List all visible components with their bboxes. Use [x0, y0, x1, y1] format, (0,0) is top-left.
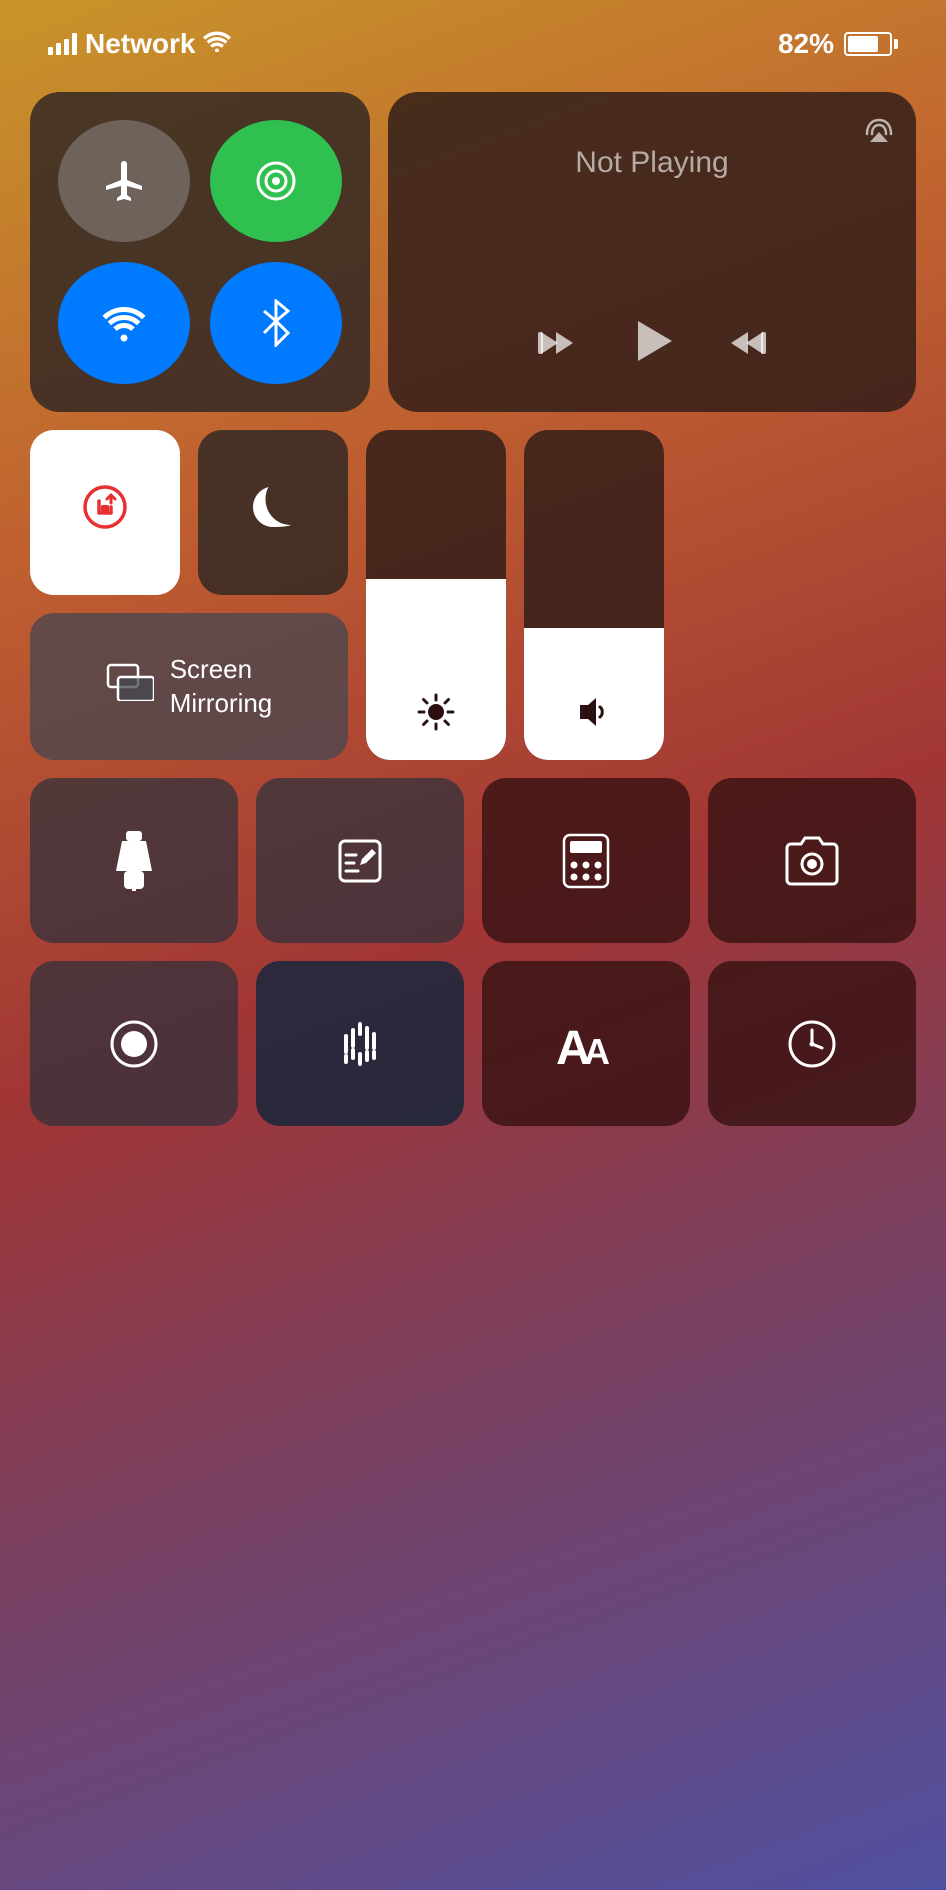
media-player-block[interactable]: Not Playing	[388, 92, 916, 412]
text-size-button[interactable]: A A	[482, 961, 690, 1126]
screen-lock-rotation-button[interactable]	[30, 430, 180, 595]
svg-text:A: A	[584, 1031, 610, 1068]
signal-bar-3	[64, 39, 69, 55]
brightness-icon	[417, 693, 455, 740]
control-center: Not Playing	[0, 72, 946, 1146]
action-row-2: A A	[30, 961, 916, 1126]
media-play-button[interactable]	[626, 315, 678, 380]
media-previous-button[interactable]	[538, 324, 576, 371]
network-label: Network	[85, 28, 195, 60]
screen-record-button[interactable]	[30, 961, 238, 1126]
row-toggles-sliders: Screen Mirroring	[30, 430, 916, 760]
clock-button[interactable]	[708, 961, 916, 1126]
note-button[interactable]	[256, 778, 464, 943]
volume-icon	[574, 693, 614, 740]
bluetooth-button[interactable]	[210, 262, 342, 384]
sound-recognition-button[interactable]	[256, 961, 464, 1126]
battery-icon	[844, 32, 898, 56]
screen-mirroring-label: Screen Mirroring	[170, 653, 273, 721]
sliders-group	[366, 430, 664, 760]
signal-bars-icon	[48, 33, 77, 55]
toggles-column: Screen Mirroring	[30, 430, 348, 760]
wifi-status-icon	[203, 30, 231, 59]
airplay-icon[interactable]	[862, 112, 896, 154]
status-left: Network	[48, 28, 231, 60]
battery-percentage: 82%	[778, 28, 834, 60]
signal-bar-2	[56, 43, 61, 55]
brightness-slider[interactable]	[366, 430, 506, 760]
camera-button[interactable]	[708, 778, 916, 943]
connectivity-block[interactable]	[30, 92, 370, 412]
signal-bar-4	[72, 33, 77, 55]
row-connectivity-media: Not Playing	[30, 92, 916, 412]
calculator-button[interactable]	[482, 778, 690, 943]
do-not-disturb-button[interactable]	[198, 430, 348, 595]
screen-mirroring-icon	[106, 663, 154, 710]
status-bar: Network 82%	[0, 0, 946, 72]
screen-mirroring-button[interactable]: Screen Mirroring	[30, 613, 348, 760]
media-controls	[538, 315, 766, 380]
screen-lock-rotation-icon	[79, 481, 131, 544]
action-row-1	[30, 778, 916, 943]
media-not-playing-label: Not Playing	[575, 146, 728, 180]
moon-icon	[251, 483, 295, 543]
volume-slider[interactable]	[524, 430, 664, 760]
media-next-button[interactable]	[728, 324, 766, 371]
status-right: 82%	[778, 28, 898, 60]
signal-bar-1	[48, 47, 53, 55]
airplane-mode-button[interactable]	[58, 120, 190, 242]
flashlight-button[interactable]	[30, 778, 238, 943]
wifi-toggle-button[interactable]	[58, 262, 190, 384]
toggle-row	[30, 430, 348, 595]
cellular-button[interactable]	[210, 120, 342, 242]
